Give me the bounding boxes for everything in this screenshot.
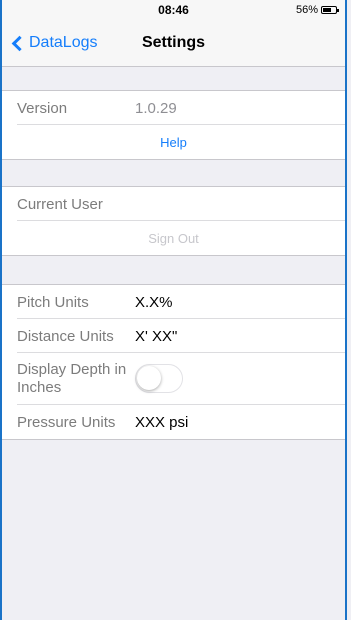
pitch-units-label: Pitch Units — [17, 293, 89, 311]
navigation-bar: DataLogs Settings — [2, 20, 345, 67]
units-section: Pitch Units X.X% Distance Units X' XX" D… — [2, 284, 345, 440]
distance-units-label: Distance Units — [17, 327, 114, 345]
battery-icon — [321, 6, 339, 14]
info-section: Version 1.0.29 Help — [2, 90, 345, 160]
user-section: Current User Sign Out — [2, 186, 345, 256]
pressure-units-value[interactable]: XXX psi — [135, 414, 188, 431]
version-row: Version 1.0.29 — [2, 91, 345, 125]
distance-units-value[interactable]: X' XX" — [135, 328, 177, 345]
help-link[interactable]: Help — [2, 135, 345, 150]
page-title: Settings — [141, 34, 206, 51]
distance-units-row[interactable]: Distance Units X' XX" — [2, 319, 345, 353]
help-row[interactable]: Help — [2, 125, 345, 159]
pressure-units-label: Pressure Units — [17, 413, 116, 431]
current-user-row: Current User — [2, 187, 345, 221]
toggle-knob — [137, 366, 161, 390]
sign-out-row: Sign Out — [2, 221, 345, 255]
battery-percent: 56% — [295, 4, 318, 16]
display-depth-toggle[interactable] — [135, 364, 183, 393]
version-value: 1.0.29 — [135, 99, 177, 117]
status-bar: 08:46 56% — [2, 0, 345, 20]
status-time: 08:46 — [158, 3, 189, 17]
sign-out-button: Sign Out — [148, 230, 199, 246]
current-user-label: Current User — [17, 195, 103, 213]
pitch-units-value[interactable]: X.X% — [135, 294, 173, 311]
display-depth-row: Display Depth in Inches — [2, 353, 345, 405]
pitch-units-row[interactable]: Pitch Units X.X% — [2, 285, 345, 319]
pressure-units-row[interactable]: Pressure Units XXX psi — [2, 405, 345, 439]
app-frame: 08:46 56% DataLogs Settings Version 1.0.… — [0, 0, 347, 620]
version-label: Version — [17, 99, 68, 117]
battery-indicator: 56% — [295, 4, 339, 16]
display-depth-label: Display Depth in Inches — [17, 361, 127, 396]
